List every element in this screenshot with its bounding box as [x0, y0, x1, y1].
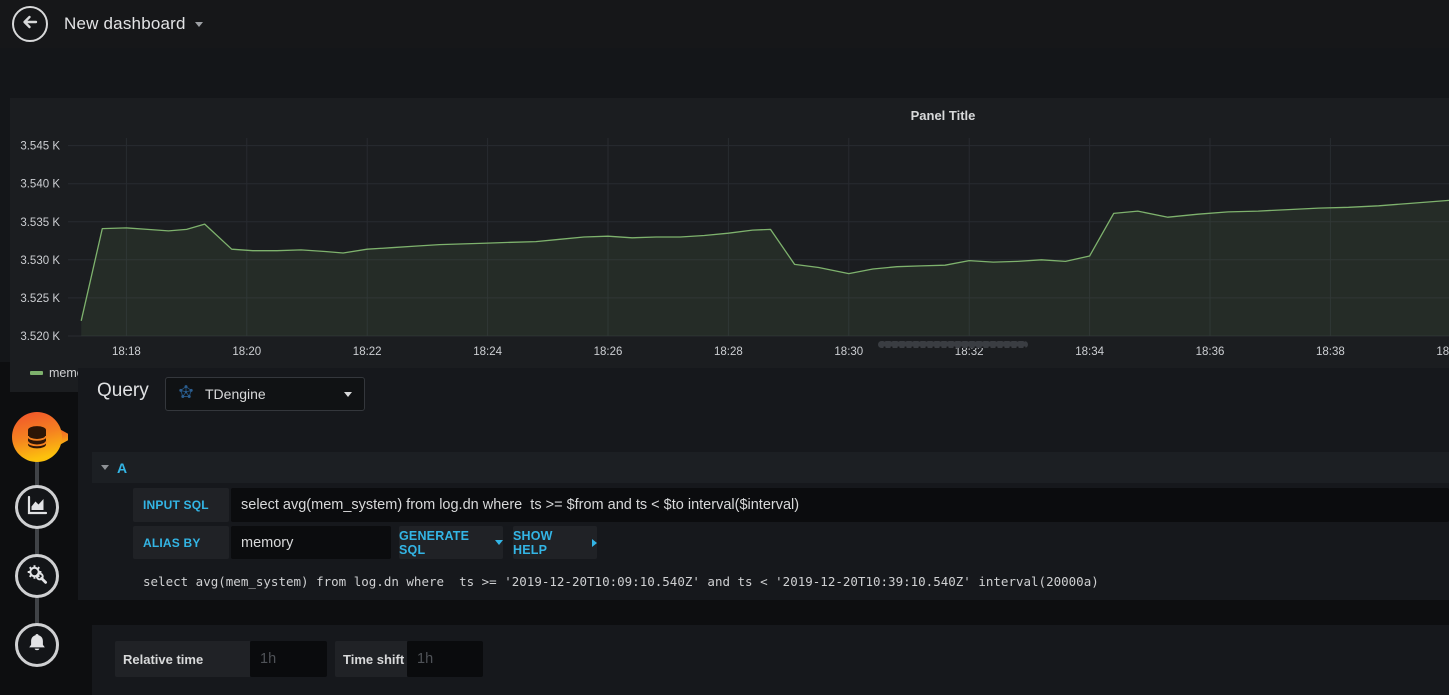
- datasource-picker[interactable]: TDengine: [165, 377, 365, 411]
- svg-text:18:24: 18:24: [473, 346, 502, 358]
- graph-panel[interactable]: Panel Title 3.520 K 3.525 K 3.530 K 3.535 K…: [10, 98, 1449, 392]
- svg-text:18:34: 18:34: [1075, 346, 1104, 358]
- relative-time-label: Relative time: [115, 641, 250, 677]
- alias-by-field[interactable]: [231, 526, 391, 559]
- arrow-left-icon: [20, 12, 40, 37]
- svg-text:3.540 K: 3.540 K: [20, 179, 60, 191]
- chevron-right-icon: [592, 538, 597, 547]
- panel-resize-handle[interactable]: [878, 341, 1028, 348]
- dashboard-canvas: Panel Title 3.520 K 3.525 K 3.530 K 3.535 K…: [0, 48, 1449, 392]
- bell-icon: [25, 631, 49, 660]
- tab-alert[interactable]: [15, 623, 59, 667]
- svg-text:3.525 K: 3.525 K: [20, 293, 60, 305]
- tab-queries[interactable]: [10, 410, 74, 464]
- chevron-down-icon: [344, 391, 352, 397]
- svg-text:18:38: 18:38: [1316, 346, 1345, 358]
- svg-text:3.530 K: 3.530 K: [20, 255, 60, 267]
- input-sql-field[interactable]: [231, 488, 1449, 522]
- navbar: New dashboard: [0, 0, 1449, 48]
- generate-sql-button[interactable]: GENERATE SQL: [399, 526, 503, 559]
- query-section-title: Query: [97, 380, 149, 401]
- query-editor: Query TDengine A INPUT SQL ALIAS BY GENE…: [78, 368, 1449, 600]
- query-ref-id: A: [117, 459, 128, 476]
- chevron-down-icon: [495, 540, 503, 545]
- datasource-name: TDengine: [205, 386, 266, 402]
- svg-text:18:30: 18:30: [834, 346, 863, 358]
- svg-text:18:28: 18:28: [714, 346, 743, 358]
- graph-icon: [25, 493, 49, 522]
- svg-text:18:26: 18:26: [594, 346, 623, 358]
- tab-connector-line: [35, 437, 39, 645]
- query-options: Relative time Time shift: [92, 625, 1449, 695]
- show-help-button[interactable]: SHOW HELP: [513, 526, 597, 559]
- dashboard-title[interactable]: New dashboard: [64, 14, 186, 34]
- query-row-collapse[interactable]: A: [92, 452, 1449, 483]
- svg-text:18:20: 18:20: [232, 346, 261, 358]
- time-shift-label: Time shift: [335, 641, 407, 677]
- svg-text:18:18: 18:18: [112, 346, 141, 358]
- time-shift-field[interactable]: [407, 641, 483, 677]
- generate-sql-label: GENERATE SQL: [399, 528, 470, 557]
- relative-time-field[interactable]: [250, 641, 327, 677]
- collapse-caret-icon: [101, 465, 109, 470]
- svg-text:18:36: 18:36: [1196, 346, 1225, 358]
- show-help-label: SHOW HELP: [513, 528, 553, 557]
- chevron-down-icon[interactable]: [194, 21, 203, 27]
- tab-visualization[interactable]: [15, 485, 59, 529]
- svg-text:3.520 K: 3.520 K: [20, 331, 60, 343]
- tab-general[interactable]: [15, 554, 59, 598]
- gear-wrench-icon: [25, 562, 49, 591]
- svg-text:18:22: 18:22: [353, 346, 382, 358]
- legend-color-swatch: [30, 371, 43, 375]
- timeseries-chart[interactable]: 3.520 K 3.525 K 3.530 K 3.535 K 3.540 K 3.545…: [10, 98, 1449, 392]
- svg-text:3.545 K: 3.545 K: [20, 141, 60, 153]
- svg-text:18:40: 18:40: [1436, 346, 1449, 358]
- tdengine-icon: [178, 384, 194, 405]
- generated-sql-text: select avg(mem_system) from log.dn where…: [143, 574, 1099, 589]
- alias-by-label: ALIAS BY: [133, 526, 229, 559]
- input-sql-label: INPUT SQL: [133, 488, 229, 522]
- database-icon: [10, 412, 74, 468]
- back-button[interactable]: [12, 6, 48, 42]
- svg-text:3.535 K: 3.535 K: [20, 217, 60, 229]
